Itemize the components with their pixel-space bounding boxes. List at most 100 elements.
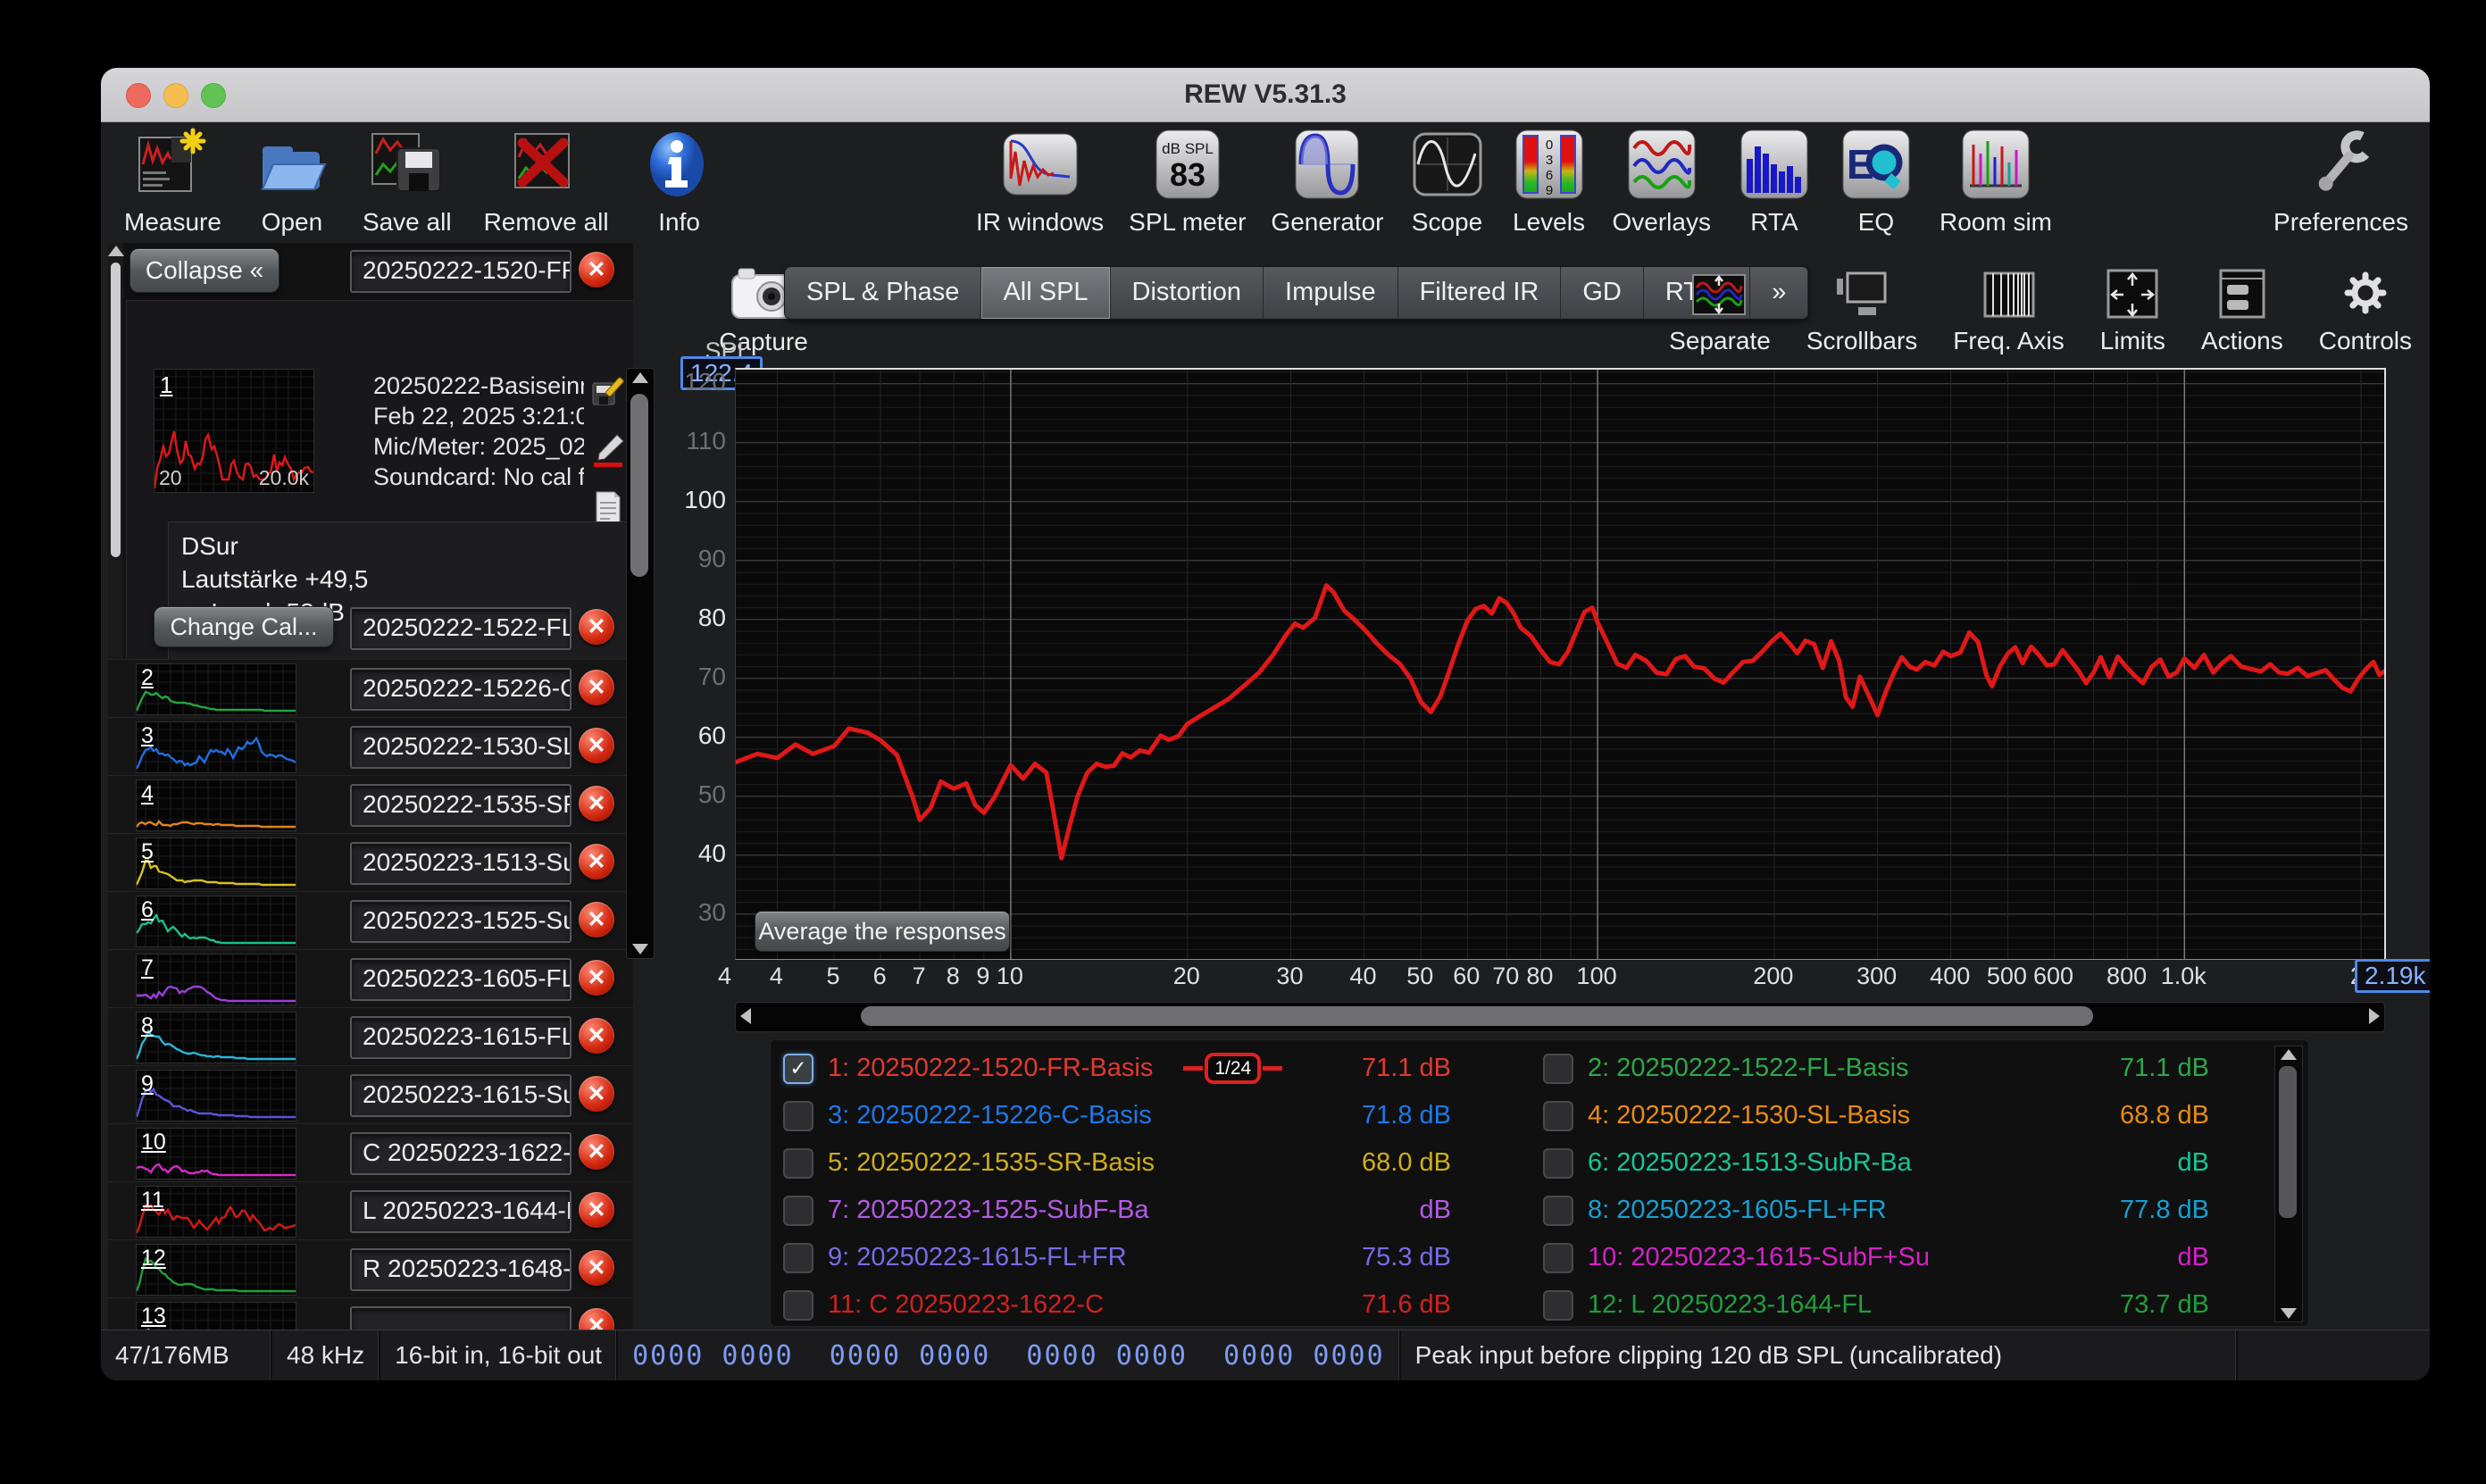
delete-measurement-button[interactable]: ✕ [579, 1192, 614, 1228]
measurement-name-field[interactable]: 20250223-1605-FL [350, 958, 571, 1001]
delete-measurement-button[interactable]: ✕ [579, 1018, 614, 1054]
tab-filtered-ir[interactable]: Filtered IR [1397, 267, 1562, 319]
save-edit-icon[interactable] [590, 374, 626, 414]
measurement-1-name-field[interactable]: 20250222-1520-FR [350, 250, 571, 293]
delete-measurement-button[interactable]: ✕ [579, 902, 614, 938]
measurement-row-5[interactable]: 5 20250223-1513-Su ✕ [108, 833, 633, 891]
measurement-name-field[interactable]: C 20250223-1622-C [350, 1132, 571, 1175]
legend-label[interactable]: 5: 20250222-1535-SR-Basis [828, 1148, 1155, 1178]
change-cal-button[interactable]: Change Cal... [154, 606, 334, 647]
measurement-name-field[interactable]: 20250223-1525-Su [350, 900, 571, 943]
measurement-1-thumbnail[interactable]: 1 20 20.0k [153, 369, 314, 493]
scroll-down-icon[interactable] [2281, 1308, 2297, 1319]
legend-label[interactable]: 2: 20250222-1522-FL-Basis [1588, 1054, 1909, 1083]
pen-icon[interactable] [590, 432, 626, 472]
scroll-up-icon[interactable] [2281, 1049, 2297, 1060]
eq-button[interactable]: E EQ [1838, 127, 1915, 237]
measurement-row-11[interactable]: 11 L 20250223-1644-F ✕ [108, 1181, 633, 1239]
limits-button[interactable]: Limits [2100, 246, 2165, 355]
graph-horizontal-scrollbar[interactable] [735, 1002, 2385, 1032]
legend-checkbox[interactable] [783, 1242, 813, 1273]
measurement-row-8[interactable]: 8 20250223-1615-FL ✕ [108, 1007, 633, 1065]
scroll-left-icon[interactable] [740, 1008, 751, 1024]
scrollbar-thumb[interactable] [861, 1006, 2093, 1026]
scrollbar-thumb[interactable] [111, 263, 121, 557]
legend-label[interactable]: 7: 20250223-1525-SubF-Ba [828, 1196, 1149, 1225]
measurement-name-field[interactable]: 20250223-1513-Su [350, 842, 571, 885]
measurement-2-name-field[interactable]: 20250222-1522-FL- [350, 607, 571, 650]
measurement-name-field[interactable]: 20250223-1615-FL [350, 1016, 571, 1059]
controls-button[interactable]: Controls [2319, 246, 2412, 355]
delete-measurement-button[interactable]: ✕ [579, 786, 614, 821]
generator-button[interactable]: Generator [1271, 127, 1384, 237]
legend-label[interactable]: 11: C 20250223-1622-C [828, 1290, 1104, 1320]
legend-checkbox[interactable] [1543, 1289, 1573, 1321]
measurement-thumbnail[interactable]: 12 [135, 1244, 296, 1296]
separate-button[interactable]: Separate [1669, 246, 1771, 355]
scroll-down-icon[interactable] [632, 944, 648, 955]
legend-checkbox[interactable] [783, 1100, 813, 1131]
legend-checkbox[interactable] [1543, 1053, 1573, 1084]
delete-measurement-button[interactable]: ✕ [579, 844, 614, 880]
tab-all-spl[interactable]: All SPL [981, 267, 1111, 319]
tab-impulse[interactable]: Impulse [1264, 267, 1398, 319]
delete-measurement-button[interactable]: ✕ [579, 670, 614, 705]
legend-label[interactable]: 9: 20250223-1615-FL+FR [828, 1243, 1127, 1272]
measurement-name-field[interactable]: 20250222-1530-SL [350, 726, 571, 769]
measurement-thumbnail[interactable]: 10 [136, 1128, 296, 1180]
close-window-button[interactable] [126, 83, 151, 108]
delete-measurement-2-button[interactable]: ✕ [579, 609, 614, 645]
measurement-name-field[interactable]: R 20250223-1648-F [350, 1248, 571, 1291]
legend-scrollbar[interactable] [2274, 1046, 2303, 1322]
save-all-button[interactable]: Save all [363, 127, 452, 237]
measurement-row-12[interactable]: 12 R 20250223-1648-F ✕ [108, 1239, 633, 1297]
open-button[interactable]: Open [254, 127, 330, 237]
x-axis-max-input[interactable]: 2.19k [2355, 959, 2430, 993]
measurement-thumbnail[interactable]: 2 [135, 663, 296, 715]
measurement-name-field[interactable]: 20250223-1615-Su [350, 1074, 571, 1117]
spl-meter-button[interactable]: dB SPL 83 SPL meter [1129, 127, 1246, 237]
measurement-row-4[interactable]: 4 20250222-1535-SR ✕ [108, 775, 633, 833]
levels-button[interactable]: 0 3 6 9 Levels [1511, 127, 1588, 237]
measurement-thumbnail[interactable]: 5 [135, 838, 296, 889]
measurement-row-10[interactable]: 10 C 20250223-1622-C ✕ [108, 1123, 633, 1181]
scroll-right-icon[interactable] [2369, 1008, 2380, 1024]
average-responses-button[interactable]: Average the responses [755, 911, 1010, 952]
scrollbar-thumb[interactable] [2279, 1066, 2297, 1218]
delete-measurement-button[interactable]: ✕ [579, 1134, 614, 1170]
measurement-thumbnail[interactable]: 13 [136, 1302, 296, 1330]
scroll-up-icon[interactable] [108, 246, 124, 256]
measure-button[interactable]: Measure [124, 127, 221, 237]
tab-spl-phase[interactable]: SPL & Phase [785, 267, 982, 319]
delete-measurement-1-button[interactable]: ✕ [579, 252, 614, 288]
measurement-row-6[interactable]: 6 20250223-1525-Su ✕ [108, 891, 633, 949]
legend-label[interactable]: 6: 20250223-1513-SubR-Ba [1588, 1148, 1912, 1178]
measurement-thumbnail[interactable]: 11 [135, 1186, 296, 1238]
delete-measurement-button[interactable]: ✕ [579, 960, 614, 996]
delete-measurement-button[interactable]: ✕ [579, 1076, 614, 1112]
tab-gd[interactable]: GD [1561, 267, 1644, 319]
delete-measurement-button[interactable]: ✕ [579, 728, 614, 763]
legend-label[interactable]: 1: 20250222-1520-FR-Basis [828, 1054, 1153, 1083]
legend-label[interactable]: 10: 20250223-1615-SubF+Su [1588, 1243, 1930, 1272]
tab-distortion[interactable]: Distortion [1110, 267, 1264, 319]
legend-checkbox[interactable] [783, 1195, 813, 1226]
ir-windows-button[interactable]: IR windows [976, 127, 1104, 237]
delete-measurement-button[interactable]: ✕ [579, 1308, 614, 1330]
legend-checkbox[interactable] [1543, 1242, 1573, 1273]
info-button[interactable]: Info [641, 127, 718, 237]
smoothing-badge[interactable]: 1/24 [1183, 1053, 1283, 1084]
measurement-thumbnail[interactable]: 7 [136, 954, 296, 1005]
measurement-thumbnail[interactable]: 8 [135, 1012, 296, 1063]
measurement-row-9[interactable]: 9 20250223-1615-Su ✕ [108, 1065, 633, 1123]
room-sim-button[interactable]: Room sim [1940, 127, 2052, 237]
delete-measurement-button[interactable]: ✕ [579, 1250, 614, 1286]
remove-all-button[interactable]: Remove all [484, 127, 609, 237]
legend-label[interactable]: 4: 20250222-1530-SL-Basis [1588, 1101, 1910, 1130]
measurement-name-field[interactable]: 20250222-1535-SR [350, 784, 571, 827]
legend-checkbox[interactable]: ✓ [783, 1053, 813, 1084]
measurement-row-2[interactable]: 2 20250222-15226-C ✕ [108, 659, 633, 717]
zoom-window-button[interactable] [201, 83, 226, 108]
measurement-thumbnail[interactable]: 6 [136, 896, 296, 947]
legend-checkbox[interactable] [1543, 1147, 1573, 1179]
